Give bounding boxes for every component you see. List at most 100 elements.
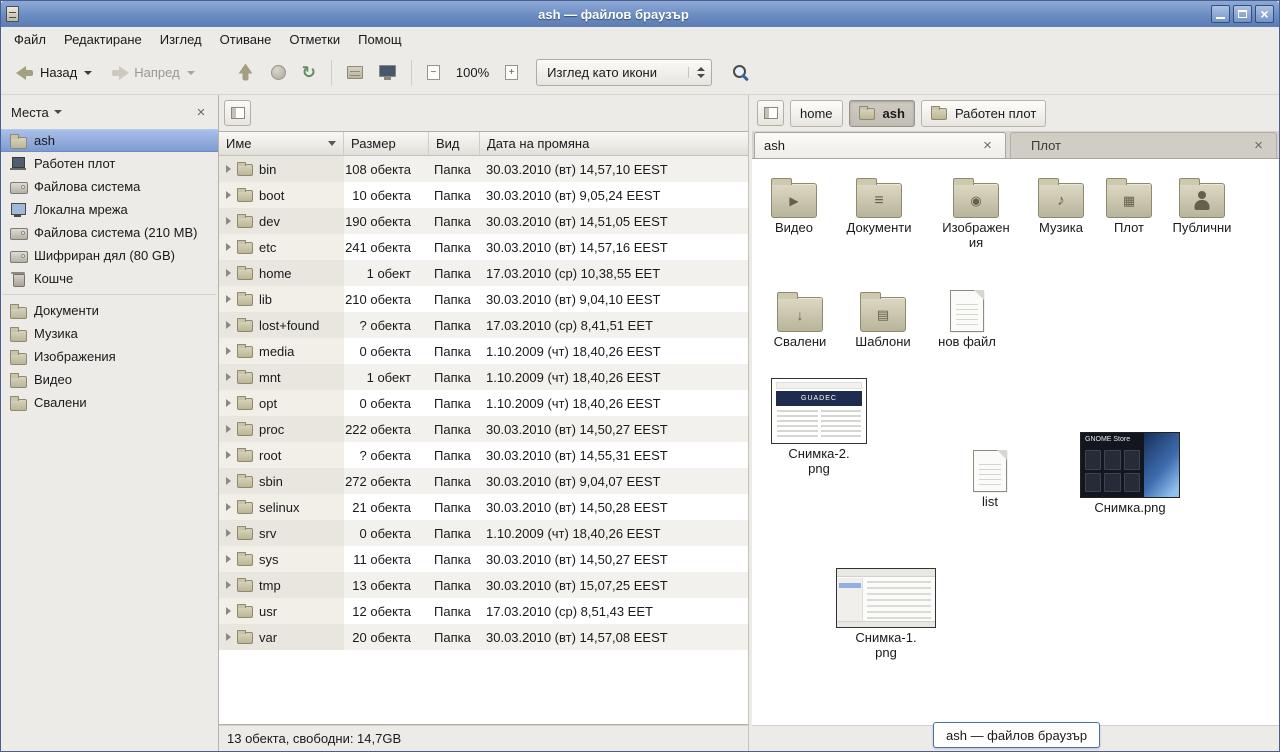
expander-icon[interactable]	[226, 633, 231, 641]
table-row[interactable]: lib 210 обекта Папка 30.03.2010 (вт) 9,0…	[219, 286, 748, 312]
table-row[interactable]: dev 190 обекта Папка 30.03.2010 (вт) 14,…	[219, 208, 748, 234]
computer-button[interactable]	[373, 60, 402, 85]
view-mode-combobox[interactable]: Изглед като икони	[536, 59, 712, 86]
tab-ash[interactable]: ash	[754, 132, 1006, 158]
icon-item-downloads[interactable]: Свалени	[758, 288, 842, 350]
icon-item-documents[interactable]: Документи	[835, 174, 923, 236]
table-row[interactable]: usr 12 обекта Папка 17.03.2010 (ср) 8,51…	[219, 598, 748, 624]
sidebar-item[interactable]: Файлова система	[1, 175, 218, 198]
cell-date: 1.10.2009 (чт) 18,40,26 EEST	[480, 390, 748, 416]
expander-icon[interactable]	[226, 607, 231, 615]
table-row[interactable]: sbin 272 обекта Папка 30.03.2010 (вт) 9,…	[219, 468, 748, 494]
menu-go[interactable]: Отиване	[211, 29, 281, 50]
stop-button[interactable]	[265, 60, 292, 85]
sidebar-close-button[interactable]	[192, 103, 210, 121]
icon-item-desktop-folder[interactable]: Плот	[1087, 174, 1171, 236]
icon-item-new-file[interactable]: нов файл	[925, 288, 1009, 350]
icon-item-list[interactable]: list	[948, 448, 1032, 510]
sidebar-title[interactable]: Места	[11, 105, 49, 120]
icon-item-video[interactable]: Видео	[752, 174, 836, 236]
sidebar-item[interactable]: Видео	[1, 368, 218, 391]
expander-icon[interactable]	[226, 555, 231, 563]
icon-item-public[interactable]: Публични	[1160, 174, 1244, 236]
maximize-button[interactable]	[1233, 5, 1252, 23]
table-row[interactable]: sys 11 обекта Папка 30.03.2010 (вт) 14,5…	[219, 546, 748, 572]
expander-icon[interactable]	[226, 503, 231, 511]
column-header-type[interactable]: Вид	[429, 132, 480, 156]
expander-icon[interactable]	[226, 165, 231, 173]
reload-button[interactable]	[296, 59, 322, 86]
minimize-button[interactable]	[1211, 5, 1230, 23]
table-row[interactable]: root ? обекта Папка 30.03.2010 (вт) 14,5…	[219, 442, 748, 468]
icon-item-snimka[interactable]: GNOME Store Снимка.png	[1078, 432, 1182, 516]
column-header-name[interactable]: Име	[219, 132, 344, 156]
path-button-desktop[interactable]: Работен плот	[921, 100, 1046, 127]
filesystem-root-button[interactable]	[224, 100, 251, 126]
sidebar-item[interactable]: Документи	[1, 299, 218, 322]
pathbar-icon-button[interactable]	[757, 100, 784, 126]
expander-icon[interactable]	[226, 295, 231, 303]
table-row[interactable]: lost+found ? обекта Папка 17.03.2010 (ср…	[219, 312, 748, 338]
close-button[interactable]	[1255, 5, 1274, 23]
table-row[interactable]: selinux 21 обекта Папка 30.03.2010 (вт) …	[219, 494, 748, 520]
expander-icon[interactable]	[226, 399, 231, 407]
sidebar-item[interactable]: Локална мрежа	[1, 198, 218, 221]
sidebar-item[interactable]: Файлова система (210 MB)	[1, 221, 218, 244]
expander-icon[interactable]	[226, 217, 231, 225]
sidebar-item[interactable]: Кошче	[1, 267, 218, 290]
sidebar-item[interactable]: Работен плот	[1, 152, 218, 175]
expander-icon[interactable]	[226, 529, 231, 537]
forward-button[interactable]: Напред	[103, 60, 201, 85]
home-button[interactable]	[341, 61, 369, 84]
expander-icon[interactable]	[226, 477, 231, 485]
table-row[interactable]: mnt 1 обект Папка 1.10.2009 (чт) 18,40,2…	[219, 364, 748, 390]
menu-file[interactable]: Файл	[5, 29, 55, 50]
sidebar-item[interactable]: Шифриран дял (80 GB)	[1, 244, 218, 267]
tab-desktop[interactable]: Плот	[1010, 132, 1277, 158]
sidebar-item[interactable]: Свалени	[1, 391, 218, 414]
table-row[interactable]: opt 0 обекта Папка 1.10.2009 (чт) 18,40,…	[219, 390, 748, 416]
table-row[interactable]: srv 0 обекта Папка 1.10.2009 (чт) 18,40,…	[219, 520, 748, 546]
expander-icon[interactable]	[226, 373, 231, 381]
table-row[interactable]: etc 241 обекта Папка 30.03.2010 (вт) 14,…	[219, 234, 748, 260]
icon-item-images[interactable]: Изображения	[933, 174, 1019, 251]
expander-icon[interactable]	[226, 581, 231, 589]
path-button-ash[interactable]: ash	[849, 100, 915, 127]
expander-icon[interactable]	[226, 243, 231, 251]
column-header-size[interactable]: Размер	[344, 132, 429, 156]
table-row[interactable]: bin 108 обекта Папка 30.03.2010 (вт) 14,…	[219, 156, 748, 182]
expander-icon[interactable]	[226, 425, 231, 433]
zoom-out-button[interactable]	[421, 60, 446, 85]
menu-bookmarks[interactable]: Отметки	[280, 29, 349, 50]
tab-close-button[interactable]	[979, 137, 996, 154]
icon-item-templates[interactable]: Шаблони	[841, 288, 925, 350]
sidebar-item[interactable]: Изображения	[1, 345, 218, 368]
expander-icon[interactable]	[226, 321, 231, 329]
table-row[interactable]: proc 222 обекта Папка 30.03.2010 (вт) 14…	[219, 416, 748, 442]
column-header-date[interactable]: Дата на промяна	[480, 132, 748, 156]
menu-edit[interactable]: Редактиране	[55, 29, 151, 50]
menu-view[interactable]: Изглед	[151, 29, 211, 50]
expander-icon[interactable]	[226, 191, 231, 199]
table-row[interactable]: boot 10 обекта Папка 30.03.2010 (вт) 9,0…	[219, 182, 748, 208]
sidebar-item[interactable]: ash	[1, 129, 218, 152]
tab-close-button[interactable]	[1250, 137, 1267, 154]
menu-help[interactable]: Помощ	[349, 29, 410, 50]
zoom-in-button[interactable]	[499, 60, 524, 85]
table-row[interactable]: home 1 обект Папка 17.03.2010 (ср) 10,38…	[219, 260, 748, 286]
up-button[interactable]	[230, 61, 261, 85]
sidebar-chevron-icon[interactable]	[54, 110, 62, 114]
expander-icon[interactable]	[226, 347, 231, 355]
back-button[interactable]: Назад	[9, 60, 99, 85]
table-row[interactable]: media 0 обекта Папка 1.10.2009 (чт) 18,4…	[219, 338, 748, 364]
expander-icon[interactable]	[226, 451, 231, 459]
file-name: srv	[259, 526, 276, 541]
path-button-home[interactable]: home	[790, 100, 843, 127]
search-button[interactable]	[732, 64, 750, 82]
expander-icon[interactable]	[226, 269, 231, 277]
table-row[interactable]: tmp 13 обекта Папка 30.03.2010 (вт) 15,0…	[219, 572, 748, 598]
icon-item-snimka-1[interactable]: Снимка-1.png	[834, 568, 938, 661]
sidebar-item[interactable]: Музика	[1, 322, 218, 345]
icon-item-snimka-2[interactable]: GUADEC Снимка-2.png	[768, 378, 870, 477]
table-row[interactable]: var 20 обекта Папка 30.03.2010 (вт) 14,5…	[219, 624, 748, 650]
